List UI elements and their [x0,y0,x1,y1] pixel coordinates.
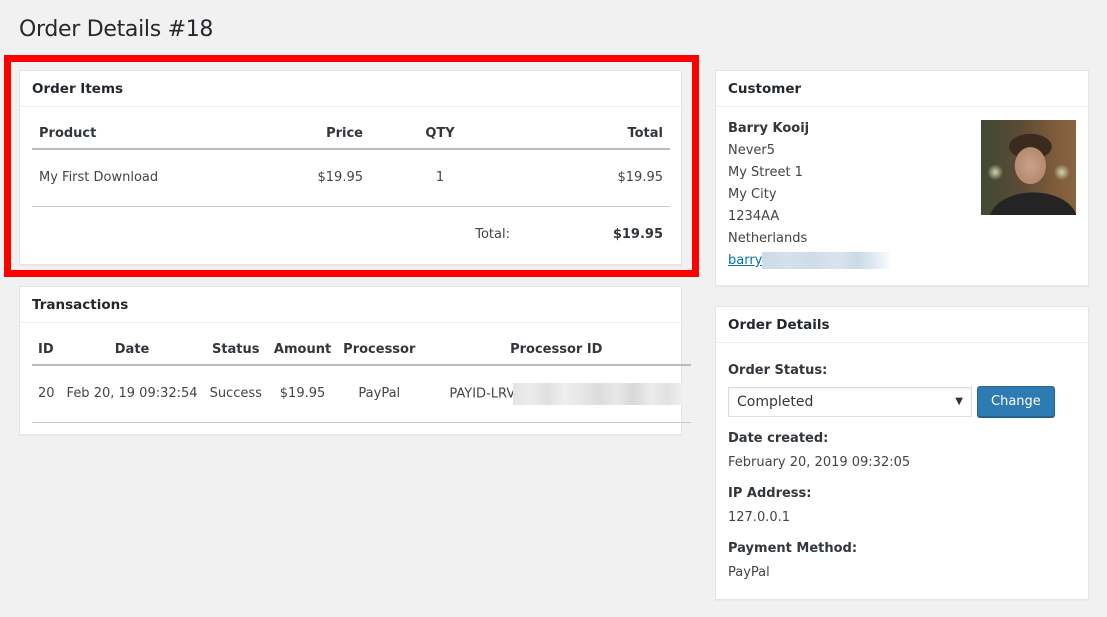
table-row: 20 Feb 20, 19 09:32:54 Success $19.95 Pa… [32,365,692,423]
transaction-processor: PayPal [337,365,422,423]
column-header-status: Status [203,335,268,366]
order-total-label: Total: [475,226,510,242]
column-header-qty: QTY [370,119,510,150]
column-header-date: Date [60,335,204,366]
product-price: $19.95 [250,149,370,207]
column-header-id: ID [32,335,61,366]
table-header-row: ID Date Status Amount Processor Processo… [32,335,692,366]
transaction-amount: $19.95 [267,365,338,423]
order-status-label: Order Status: [728,363,828,378]
product-qty: 1 [370,149,510,207]
customer-country: Netherlands [728,231,808,246]
order-total-value: $19.95 [612,226,663,242]
chevron-down-icon: ▼ [955,396,963,407]
transaction-processor-id: PAYID-LRV [421,365,692,423]
order-status-row: Completed ▼ Change [728,386,1076,417]
column-header-processor: Processor [337,335,422,366]
page-title: Order Details #18 [19,17,214,42]
payment-method-value: PayPal [728,565,770,580]
transaction-id: 20 [32,365,61,423]
order-items-table: Product Price QTY Total My First Downloa… [32,119,670,262]
column-header-price: Price [250,119,370,150]
change-status-button[interactable]: Change [977,386,1055,417]
transaction-date: Feb 20, 19 09:32:54 [60,365,204,423]
ip-address-label: IP Address: [728,486,812,501]
product-name: My First Download [32,149,250,207]
transactions-title: Transactions [20,287,681,323]
column-header-amount: Amount [267,335,338,366]
payment-method-group: Payment Method: PayPal [728,540,1076,582]
order-details-panel: Order Details Order Status: Completed ▼ … [715,306,1089,600]
transactions-table: ID Date Status Amount Processor Processo… [32,335,692,423]
redacted-block [513,382,686,405]
column-header-total: Total [510,119,670,150]
date-created-group: Date created: February 20, 2019 09:32:05 [728,430,1076,472]
transaction-status: Success [203,365,268,423]
processor-id-text: PAYID-LRV [449,386,516,402]
order-details-title: Order Details [716,307,1088,343]
ip-address-value: 127.0.0.1 [728,510,791,525]
total-row: Total: $19.95 [32,206,670,262]
order-items-panel: Order Items Product Price QTY Total My F… [19,70,682,265]
customer-email-link[interactable]: barry [728,253,762,268]
customer-avatar [981,120,1076,215]
redacted-block [762,252,891,269]
transactions-panel: Transactions ID Date Status Amount Proce… [19,286,692,435]
customer-title: Customer [716,71,1088,107]
column-header-product: Product [32,119,250,150]
order-items-title: Order Items [20,71,681,107]
order-status-selected: Completed [737,393,814,410]
table-row: My First Download $19.95 1 $19.95 [32,149,670,207]
customer-panel: Customer Barry Kooij Never5 My Street 1 … [715,70,1089,286]
customer-email-row: barry [728,250,1076,272]
date-created-label: Date created: [728,431,829,446]
date-created-value: February 20, 2019 09:32:05 [728,455,911,470]
product-total: $19.95 [510,149,670,207]
table-header-row: Product Price QTY Total [32,119,670,150]
payment-method-label: Payment Method: [728,541,858,556]
ip-address-group: IP Address: 127.0.0.1 [728,485,1076,527]
order-status-select[interactable]: Completed ▼ [728,386,972,417]
column-header-processor-id: Processor ID [421,335,692,366]
